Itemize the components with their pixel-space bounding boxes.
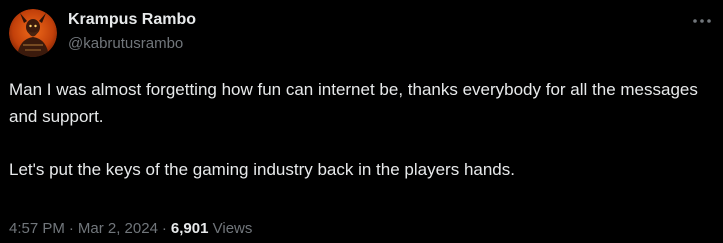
author-handle[interactable]: @kabrutusrambo xyxy=(68,34,196,53)
more-options-button[interactable] xyxy=(691,12,713,30)
avatar[interactable] xyxy=(9,9,57,57)
author-display-name[interactable]: Krampus Rambo xyxy=(68,10,196,30)
post-time[interactable]: 4:57 PM xyxy=(9,220,65,237)
post-paragraph: Let's put the keys of the gaming industr… xyxy=(9,160,515,179)
views-label: Views xyxy=(212,220,253,237)
tweet-card: Krampus Rambo @kabrutusrambo Man I was a… xyxy=(0,0,723,243)
demon-avatar-icon xyxy=(9,9,57,57)
post-paragraph: Man I was almost forgetting how fun can … xyxy=(9,80,703,126)
post-date[interactable]: Mar 2, 2024 xyxy=(78,220,158,237)
meta-separator: · xyxy=(161,220,167,237)
more-options-icon xyxy=(693,19,711,23)
author-info: Krampus Rambo @kabrutusrambo xyxy=(68,10,196,53)
post-text: Man I was almost forgetting how fun can … xyxy=(9,76,714,183)
views-count: 6,901 xyxy=(170,220,209,237)
meta-separator: · xyxy=(68,220,74,237)
post-meta: 4:57 PM · Mar 2, 2024 · 6,901 Views xyxy=(9,219,252,238)
